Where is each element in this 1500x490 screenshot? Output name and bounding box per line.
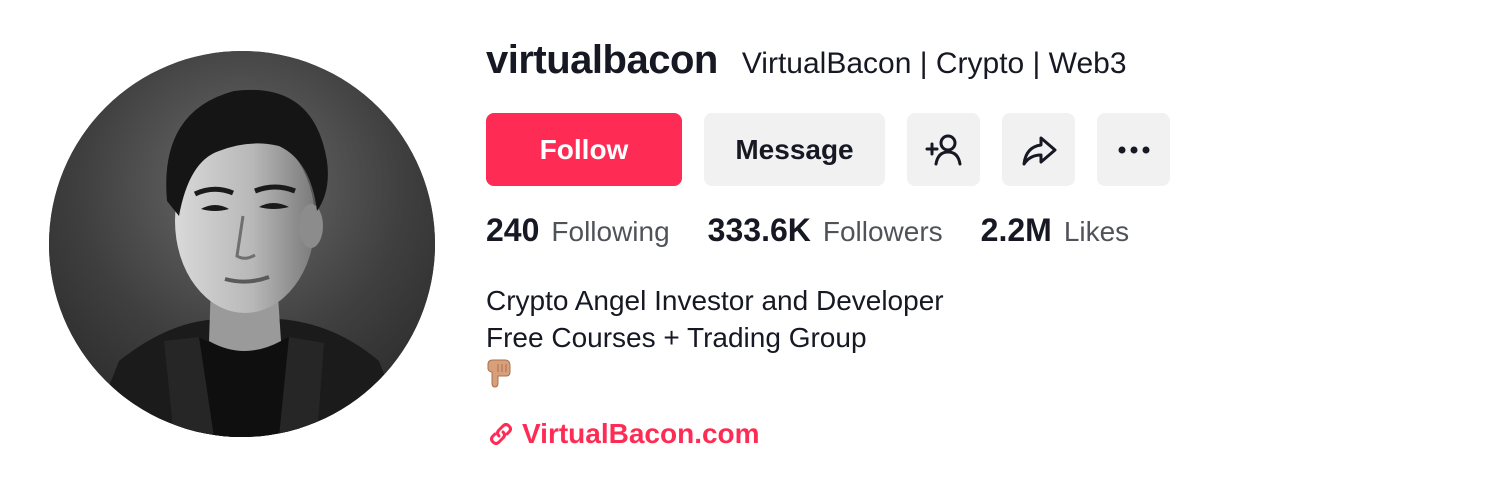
profile-info: virtualbacon VirtualBacon | Crypto | Web… <box>486 38 1466 450</box>
profile-photo <box>49 51 435 437</box>
more-icon <box>1118 146 1149 153</box>
following-count: 240 <box>486 212 540 248</box>
bio-line-1: Crypto Angel Investor and Developer <box>486 285 944 316</box>
add-friend-button[interactable] <box>907 113 980 186</box>
follow-button[interactable]: Follow <box>486 113 682 186</box>
profile-stats: 240 Following 333.6K Followers 2.2M Like… <box>486 212 1466 252</box>
add-user-icon <box>925 134 961 165</box>
share-button[interactable] <box>1002 113 1075 186</box>
username: virtualbacon <box>486 38 718 82</box>
likes-count: 2.2M <box>980 212 1052 248</box>
nickname: VirtualBacon | Crypto | Web3 <box>741 47 1127 80</box>
followers-count: 333.6K <box>707 212 811 248</box>
bio-line-2: Free Courses + Trading Group <box>486 322 867 353</box>
message-button[interactable]: Message <box>704 113 885 186</box>
likes-label: Likes <box>1063 216 1130 247</box>
link-icon <box>490 423 512 445</box>
name-row: virtualbacon VirtualBacon | Crypto | Web… <box>486 38 1466 94</box>
following-stat[interactable]: 240 Following <box>486 212 670 249</box>
followers-stat[interactable]: 333.6K Followers <box>708 212 943 249</box>
profile-link[interactable]: VirtualBacon.com <box>486 418 1466 450</box>
pointing-down-emoji <box>487 359 511 388</box>
bio: Crypto Angel Investor and Developer Free… <box>486 282 1466 388</box>
link-text[interactable]: VirtualBacon.com <box>522 418 760 450</box>
followers-label: Followers <box>822 216 943 247</box>
action-buttons: Follow Message <box>486 113 1466 186</box>
likes-stat: 2.2M Likes <box>981 212 1130 249</box>
share-icon <box>1022 136 1056 165</box>
following-label: Following <box>551 216 670 247</box>
more-button[interactable] <box>1097 113 1170 186</box>
avatar[interactable] <box>49 51 435 437</box>
